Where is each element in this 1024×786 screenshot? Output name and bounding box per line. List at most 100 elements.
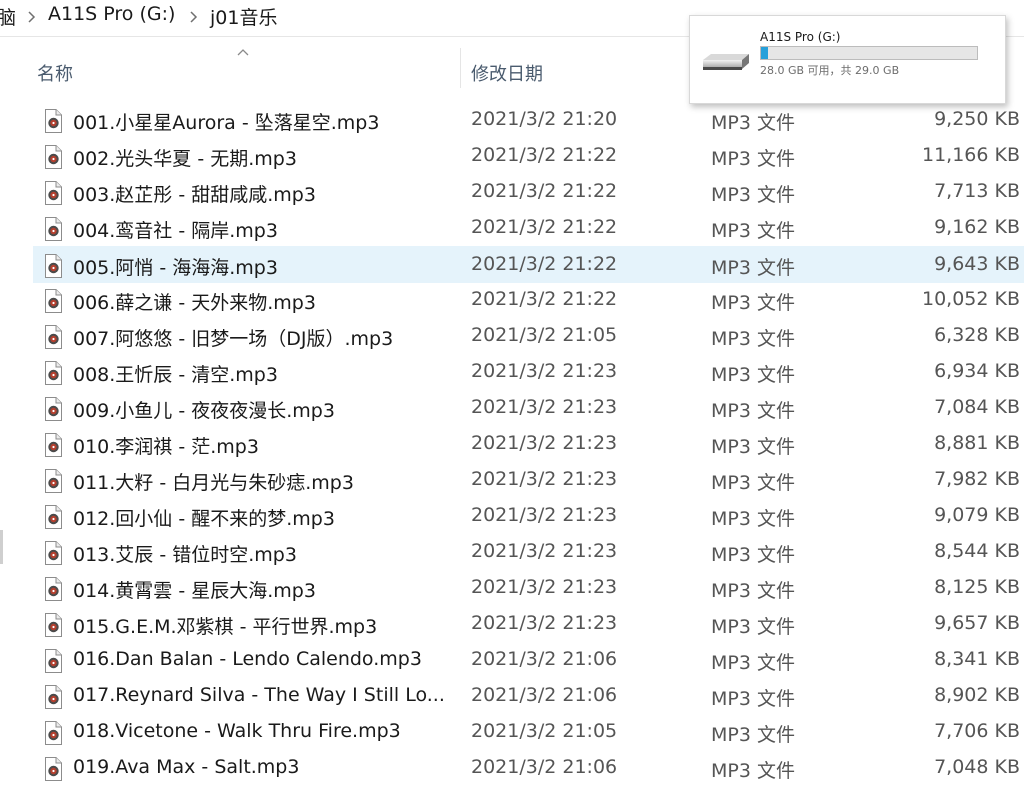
audio-file-icon (45, 505, 62, 529)
file-row[interactable]: 007.阿悠悠 - 旧梦一场（DJ版）.mp3 2021/3/2 21:05 M… (33, 318, 1024, 354)
file-modified-date: 2021/3/2 21:06 (471, 648, 618, 670)
file-size: 9,162 KB (934, 216, 1020, 238)
audio-file-icon (45, 613, 62, 637)
column-header-date[interactable]: 修改日期 (471, 60, 543, 86)
file-row[interactable]: 015.G.E.M.邓紫棋 - 平行世界.mp3 2021/3/2 21:23 … (33, 606, 1024, 642)
file-row[interactable]: 017.Reynard Silva - The Way I Still Lo..… (33, 678, 1024, 714)
audio-file-icon (45, 757, 62, 781)
file-modified-date: 2021/3/2 21:23 (471, 612, 618, 634)
file-row[interactable]: 014.黄霄雲 - 星辰大海.mp3 2021/3/2 21:23 MP3 文件… (33, 570, 1024, 606)
file-type: MP3 文件 (711, 364, 795, 386)
file-size: 7,982 KB (934, 468, 1020, 490)
audio-file-icon (45, 469, 62, 493)
file-name: 018.Vicetone - Walk Thru Fire.mp3 (73, 720, 401, 742)
file-row[interactable]: 003.赵芷彤 - 甜甜咸咸.mp3 2021/3/2 21:22 MP3 文件… (33, 174, 1024, 210)
file-type: MP3 文件 (711, 760, 795, 782)
file-row[interactable]: 019.Ava Max - Salt.mp3 2021/3/2 21:06 MP… (33, 750, 1024, 786)
file-size: 9,250 KB (934, 108, 1020, 130)
chevron-right-icon[interactable] (187, 7, 201, 27)
file-modified-date: 2021/3/2 21:06 (471, 684, 618, 706)
file-modified-date: 2021/3/2 21:05 (471, 324, 618, 346)
file-row[interactable]: 013.艾辰 - 错位时空.mp3 2021/3/2 21:23 MP3 文件 … (33, 534, 1024, 570)
audio-file-icon (45, 254, 62, 278)
file-name: 003.赵芷彤 - 甜甜咸咸.mp3 (73, 184, 316, 206)
file-name: 001.小星星Aurora - 坠落星空.mp3 (73, 112, 380, 134)
file-size: 8,544 KB (934, 540, 1020, 562)
file-size: 7,706 KB (934, 720, 1020, 742)
column-header-name[interactable]: 名称 (37, 60, 73, 86)
file-name: 012.回小仙 - 醒不来的梦.mp3 (73, 508, 335, 530)
file-type: MP3 文件 (711, 292, 795, 314)
file-type: MP3 文件 (711, 112, 795, 134)
audio-file-icon (45, 649, 62, 673)
file-size: 9,643 KB (934, 253, 1020, 275)
file-name: 015.G.E.M.邓紫棋 - 平行世界.mp3 (73, 616, 378, 638)
breadcrumb-item-drive[interactable]: A11S Pro (G:) (48, 3, 175, 25)
file-modified-date: 2021/3/2 21:22 (471, 144, 618, 166)
audio-file-icon (45, 325, 62, 349)
file-row[interactable]: 010.李润祺 - 茫.mp3 2021/3/2 21:23 MP3 文件 8,… (33, 426, 1024, 462)
file-modified-date: 2021/3/2 21:23 (471, 432, 618, 454)
file-size: 7,084 KB (934, 396, 1020, 418)
file-row[interactable]: 006.薛之谦 - 天外来物.mp3 2021/3/2 21:22 MP3 文件… (33, 282, 1024, 318)
drive-free-space: 28.0 GB 可用，共 29.0 GB (760, 64, 900, 77)
file-modified-date: 2021/3/2 21:23 (471, 576, 618, 598)
file-type: MP3 文件 (711, 184, 795, 206)
file-modified-date: 2021/3/2 21:05 (471, 720, 618, 742)
audio-file-icon (45, 181, 62, 205)
file-size: 8,341 KB (934, 648, 1020, 670)
file-row[interactable]: 002.光头华夏 - 无期.mp3 2021/3/2 21:22 MP3 文件 … (33, 138, 1024, 174)
file-modified-date: 2021/3/2 21:23 (471, 504, 618, 526)
drive-usage-bar (760, 46, 978, 60)
sort-ascending-icon (237, 49, 249, 56)
nav-pane-scrollbar[interactable] (0, 530, 3, 564)
file-type: MP3 文件 (711, 544, 795, 566)
audio-file-icon (45, 577, 62, 601)
file-type: MP3 文件 (711, 148, 795, 170)
file-name: 019.Ava Max - Salt.mp3 (73, 756, 300, 778)
file-size: 7,713 KB (934, 180, 1020, 202)
audio-file-icon (45, 433, 62, 457)
file-type: MP3 文件 (711, 580, 795, 602)
file-size: 6,934 KB (934, 360, 1020, 382)
file-row[interactable]: 004.鸾音社 - 隔岸.mp3 2021/3/2 21:22 MP3 文件 9… (33, 210, 1024, 246)
file-modified-date: 2021/3/2 21:23 (471, 540, 618, 562)
file-row[interactable]: 016.Dan Balan - Lendo Calendo.mp3 2021/3… (33, 642, 1024, 678)
file-type: MP3 文件 (711, 652, 795, 674)
file-size: 8,881 KB (934, 432, 1020, 454)
drive-info-tooltip: A11S Pro (G:) 28.0 GB 可用，共 29.0 GB (689, 15, 1006, 104)
file-name: 002.光头华夏 - 无期.mp3 (73, 148, 297, 170)
file-type: MP3 文件 (711, 257, 795, 279)
file-name: 013.艾辰 - 错位时空.mp3 (73, 544, 297, 566)
file-row[interactable]: 018.Vicetone - Walk Thru Fire.mp3 2021/3… (33, 714, 1024, 750)
file-row[interactable]: 012.回小仙 - 醒不来的梦.mp3 2021/3/2 21:23 MP3 文… (33, 498, 1024, 534)
file-type: MP3 文件 (711, 400, 795, 422)
file-name: 017.Reynard Silva - The Way I Still Lo..… (73, 684, 445, 706)
column-divider[interactable] (460, 48, 461, 88)
drive-name: A11S Pro (G:) (760, 30, 841, 44)
file-name: 016.Dan Balan - Lendo Calendo.mp3 (73, 648, 422, 670)
file-row[interactable]: 009.小鱼儿 - 夜夜夜漫长.mp3 2021/3/2 21:23 MP3 文… (33, 390, 1024, 426)
file-type: MP3 文件 (711, 724, 795, 746)
file-size: 11,166 KB (921, 144, 1020, 166)
file-name: 008.王忻辰 - 清空.mp3 (73, 364, 278, 386)
file-row[interactable]: 011.大籽 - 白月光与朱砂痣.mp3 2021/3/2 21:23 MP3 … (33, 462, 1024, 498)
chevron-right-icon[interactable] (25, 7, 39, 27)
breadcrumb-item-parent[interactable]: 脑 (0, 3, 16, 30)
file-type: MP3 文件 (711, 328, 795, 350)
file-size: 9,657 KB (934, 612, 1020, 634)
file-type: MP3 文件 (711, 616, 795, 638)
file-row[interactable]: 005.阿悄 - 海海海.mp3 2021/3/2 21:22 MP3 文件 9… (33, 246, 1024, 283)
file-size: 8,125 KB (934, 576, 1020, 598)
file-name: 014.黄霄雲 - 星辰大海.mp3 (73, 580, 316, 602)
breadcrumb-item-folder[interactable]: j01音乐 (210, 3, 277, 30)
file-name: 006.薛之谦 - 天外来物.mp3 (73, 292, 316, 314)
file-row[interactable]: 008.王忻辰 - 清空.mp3 2021/3/2 21:23 MP3 文件 6… (33, 354, 1024, 390)
file-row[interactable]: 001.小星星Aurora - 坠落星空.mp3 2021/3/2 21:20 … (33, 102, 1024, 138)
audio-file-icon (45, 109, 62, 133)
file-name: 011.大籽 - 白月光与朱砂痣.mp3 (73, 472, 354, 494)
file-type: MP3 文件 (711, 688, 795, 710)
audio-file-icon (45, 217, 62, 241)
file-modified-date: 2021/3/2 21:22 (471, 180, 618, 202)
audio-file-icon (45, 289, 62, 313)
